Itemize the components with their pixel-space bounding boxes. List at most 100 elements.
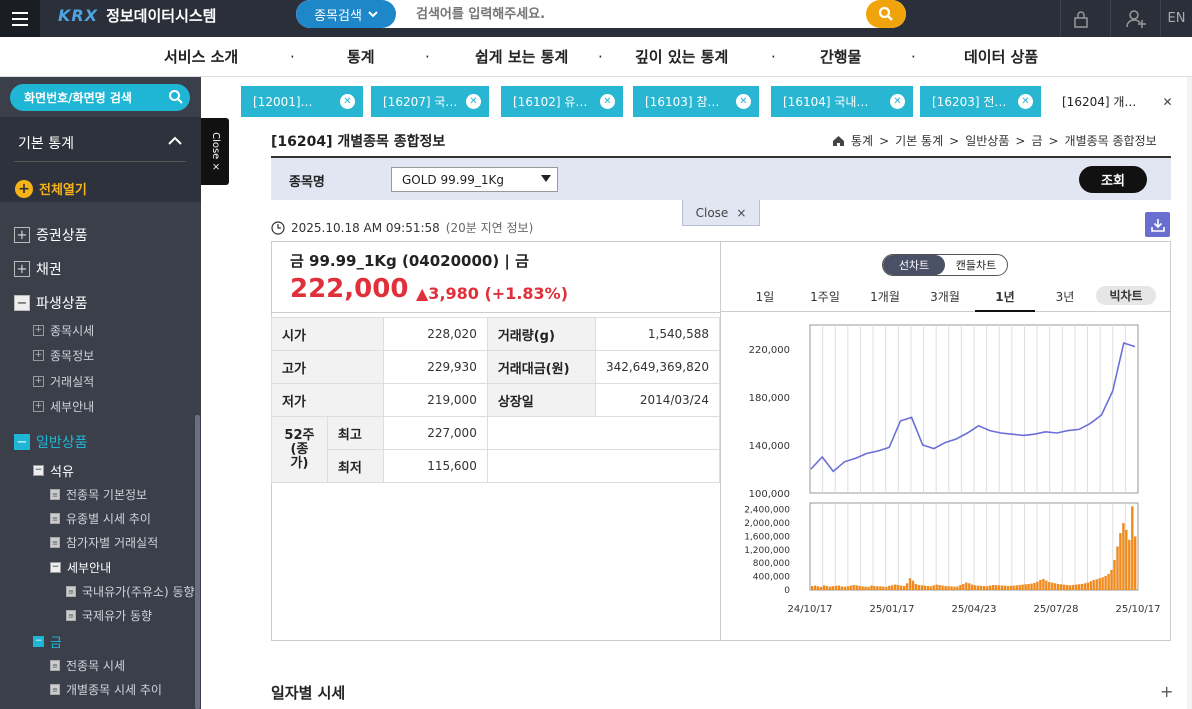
tree-item-deriv-info[interactable]: + 종목정보 xyxy=(33,347,94,364)
tree-item-deriv-quotes[interactable]: + 종목시세 xyxy=(33,322,94,339)
volume-bar xyxy=(1059,584,1063,590)
tab-label: [12001]… xyxy=(253,94,313,109)
menu-icon[interactable] xyxy=(0,0,40,37)
volume-bar xyxy=(914,584,918,590)
search-icon xyxy=(878,6,893,21)
global-search-input[interactable] xyxy=(396,0,866,28)
tab-16207[interactable]: [16207] 국… ✕ xyxy=(371,86,489,117)
volume-bar xyxy=(1086,582,1089,590)
tree-item-oil-participants[interactable]: ≡ 참가자별 거래실적 xyxy=(50,534,158,551)
search-type-select[interactable]: 종목검색 xyxy=(296,0,396,28)
volume-tick-label: 1,200,000 xyxy=(744,546,790,556)
period-1d[interactable]: 1일 xyxy=(748,287,782,312)
breadcrumb-item[interactable]: 일반상품 xyxy=(965,132,1009,149)
volume-bar xyxy=(891,585,894,590)
sidebar-search[interactable]: 화면번호/화면명 검색 xyxy=(10,84,190,111)
document-icon: ≡ xyxy=(50,684,60,695)
sidebar-close-button[interactable]: Close × xyxy=(201,118,229,185)
tab-16104[interactable]: [16104] 국내… ✕ xyxy=(771,86,913,117)
download-button[interactable] xyxy=(1145,212,1170,237)
tree-item-oil-trend[interactable]: ≡ 유종별 시세 추이 xyxy=(50,510,151,527)
close-icon[interactable]: ✕ xyxy=(736,94,751,109)
tab-16204[interactable]: [16204] 개… ✕ xyxy=(1050,86,1183,117)
big-chart-button[interactable]: 빅차트 xyxy=(1096,286,1156,305)
tab-12001[interactable]: [12001]… ✕ xyxy=(241,86,363,117)
tree-item-intl-oil[interactable]: ≡ 국제유가 동향 xyxy=(66,607,152,624)
volume-bar xyxy=(982,586,986,590)
period-3m[interactable]: 3개월 xyxy=(925,287,965,312)
breadcrumb-item[interactable]: 기본 통계 xyxy=(895,132,943,149)
tree-item-gold[interactable]: − 금 xyxy=(33,632,62,651)
home-icon[interactable] xyxy=(832,135,845,147)
nav-service-intro[interactable]: 서비스 소개 xyxy=(164,46,238,67)
tree-item-deriv-details[interactable]: + 세부안내 xyxy=(33,398,94,415)
nav-statistics[interactable]: 통계 xyxy=(347,46,375,67)
nav-deep-stats[interactable]: 깊이 있는 통계 xyxy=(635,46,728,67)
tree-item-gold-all[interactable]: ≡ 전종목 시세 xyxy=(50,657,125,674)
sidebar-section-title[interactable]: 기본 통계 xyxy=(18,133,74,153)
tree-item-securities[interactable]: + 증권상품 xyxy=(14,225,88,245)
tree-item-oil-basic[interactable]: ≡ 전종목 기본정보 xyxy=(50,486,147,503)
open-all-button[interactable]: + 전체열기 xyxy=(15,179,87,198)
close-icon[interactable]: ✕ xyxy=(1018,94,1033,109)
tree-item-oil[interactable]: − 석유 xyxy=(33,461,74,480)
candle-chart-button[interactable]: 캔들차트 xyxy=(945,255,1007,275)
volume-bar xyxy=(867,586,870,590)
language-toggle[interactable]: EN xyxy=(1160,0,1192,37)
period-1y[interactable]: 1년 xyxy=(975,287,1035,312)
volume-bar xyxy=(1125,529,1128,590)
close-icon[interactable]: ✕ xyxy=(890,94,905,109)
tree-item-detail[interactable]: − 세부안내 xyxy=(50,559,111,576)
volume-bar xyxy=(1077,584,1081,590)
volume-bar xyxy=(1018,585,1021,590)
query-button[interactable]: 조회 xyxy=(1079,166,1147,193)
tab-label: [16102] 유… xyxy=(513,95,588,109)
breadcrumb-item[interactable]: 통계 xyxy=(851,132,873,149)
collapse-icon: − xyxy=(14,295,30,311)
volume-bar xyxy=(1048,582,1051,590)
close-icon[interactable]: ✕ xyxy=(340,94,355,109)
volume-bar xyxy=(968,583,971,590)
period-3y[interactable]: 3년 xyxy=(1050,287,1080,312)
close-icon[interactable]: ✕ xyxy=(600,94,615,109)
tree-item-derivatives[interactable]: − 파생상품 xyxy=(14,293,88,313)
tab-16203[interactable]: [16203] 전… ✕ xyxy=(920,86,1041,117)
chevron-up-icon[interactable] xyxy=(168,136,182,146)
page-scrollbar[interactable] xyxy=(1187,77,1192,709)
close-icon[interactable]: ✕ xyxy=(466,94,481,109)
volume-bar xyxy=(1045,580,1048,590)
filter-close-button[interactable]: Close × xyxy=(682,200,760,226)
sidebar-scrollbar[interactable] xyxy=(195,415,200,709)
line-chart-button[interactable]: 선차트 xyxy=(883,255,945,275)
volume-bar xyxy=(819,587,823,590)
period-1w[interactable]: 1주일 xyxy=(804,287,846,312)
logo[interactable]: KRX 정보데이터시스템 xyxy=(58,5,216,26)
volume-bar xyxy=(974,585,977,590)
document-icon: ≡ xyxy=(50,537,60,548)
expand-icon[interactable]: + xyxy=(1160,682,1173,701)
lock-icon[interactable] xyxy=(1060,0,1100,37)
breadcrumb-item[interactable]: 금 xyxy=(1031,132,1042,149)
tab-16103[interactable]: [16103] 참… ✕ xyxy=(633,86,759,117)
volume-bar xyxy=(894,584,897,590)
tree-item-general[interactable]: − 일반상품 xyxy=(14,432,88,452)
collapse-icon: − xyxy=(33,465,44,476)
tree-item-domestic-oil[interactable]: ≡ 국내유가(주유소) 동향 xyxy=(66,583,195,600)
tree-item-deriv-trades[interactable]: + 거래실적 xyxy=(33,373,94,390)
close-icon[interactable]: ✕ xyxy=(1160,94,1175,109)
add-user-icon[interactable] xyxy=(1110,0,1160,37)
volume-bar xyxy=(944,586,947,590)
breadcrumb-item[interactable]: 개별종목 종합정보 xyxy=(1065,132,1157,149)
search-button[interactable] xyxy=(866,0,906,28)
volume-bar xyxy=(840,586,843,590)
nav-publications[interactable]: 간행물 xyxy=(820,46,861,67)
nav-data-products[interactable]: 데이터 상품 xyxy=(964,46,1038,67)
volume-bar xyxy=(879,586,882,590)
period-1m[interactable]: 1개월 xyxy=(865,287,905,312)
tree-item-gold-trend[interactable]: ≡ 개별종목 시세 추이 xyxy=(50,681,162,698)
tree-item-bonds[interactable]: + 채권 xyxy=(14,259,62,279)
nav-easy-stats[interactable]: 쉽게 보는 통계 xyxy=(475,46,568,67)
volume-bar xyxy=(828,586,832,590)
item-select[interactable]: GOLD 99.99_1Kg xyxy=(391,167,558,192)
tab-16102[interactable]: [16102] 유… ✕ xyxy=(501,86,623,117)
